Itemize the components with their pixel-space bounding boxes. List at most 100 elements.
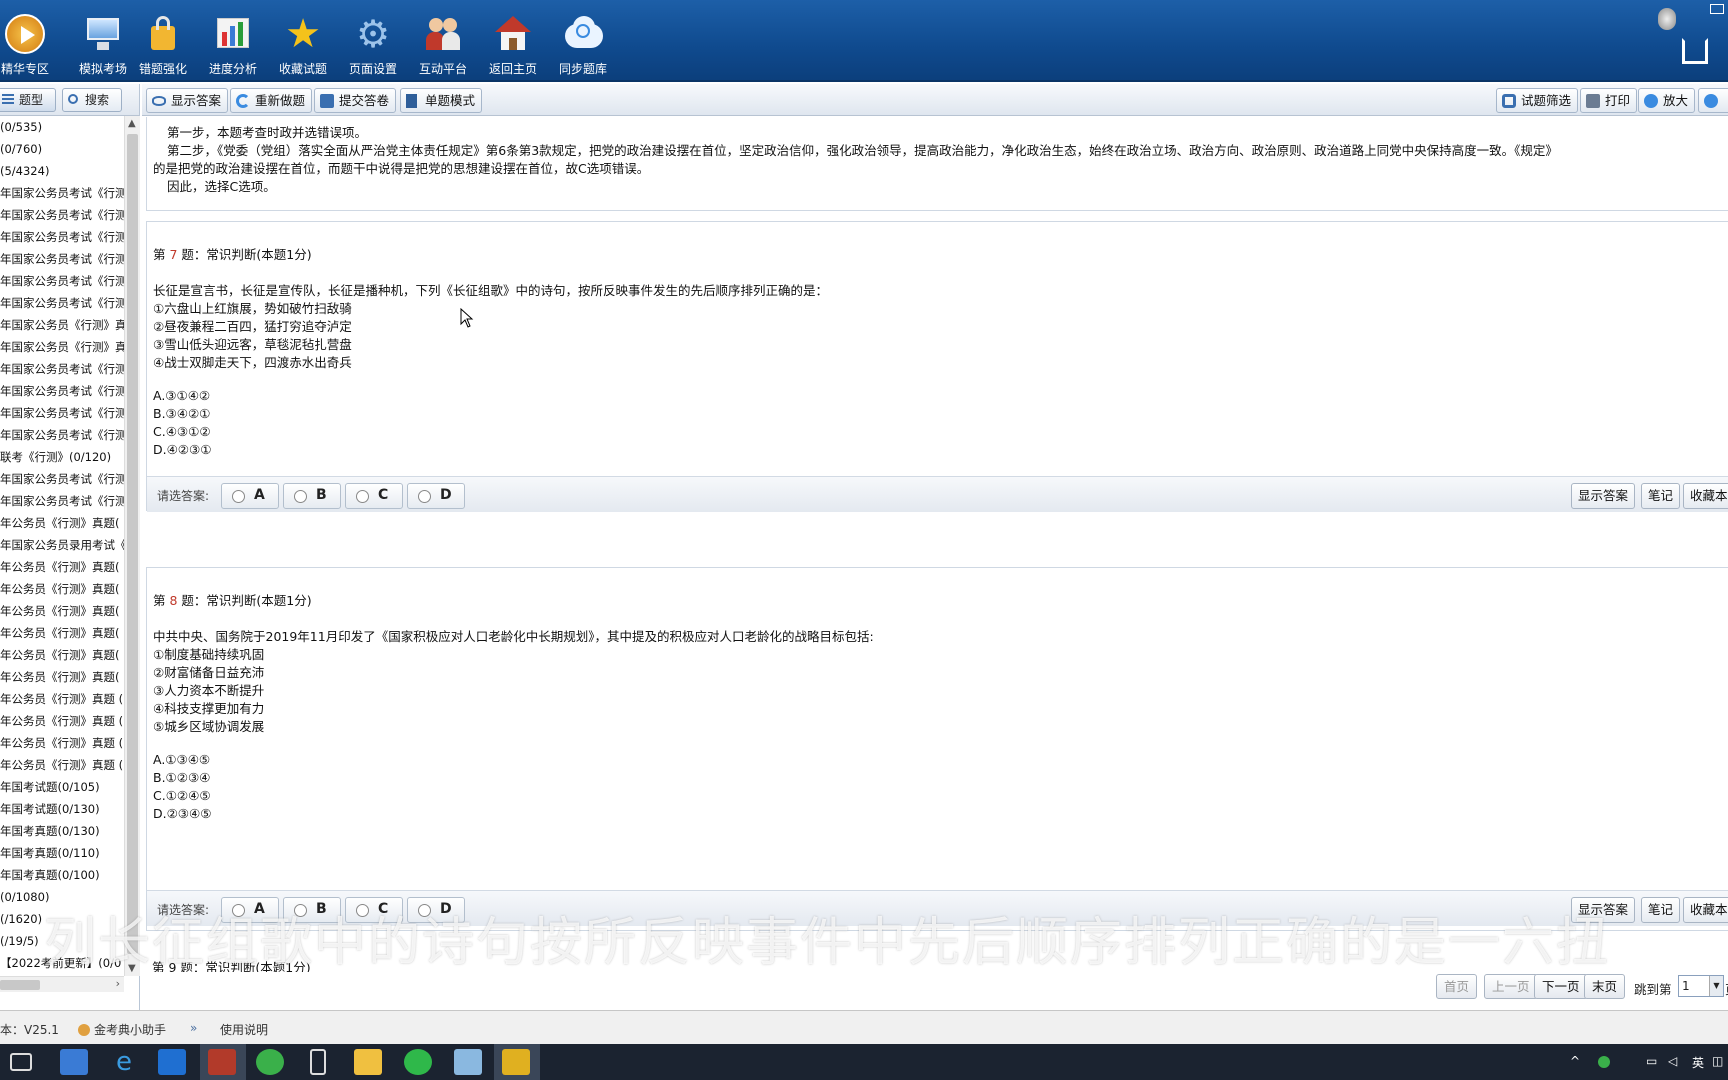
file-explorer-icon[interactable] bbox=[354, 1049, 382, 1075]
tree-item[interactable]: 年公务员《行测》真题 ( bbox=[0, 754, 124, 776]
tree-item[interactable]: 年公务员《行测》真题( bbox=[0, 512, 124, 534]
toolbar-item-home[interactable]: 返回主页 bbox=[478, 14, 548, 78]
stc-app-icon[interactable] bbox=[208, 1049, 236, 1075]
tree-item[interactable]: 年国考试题(0/130) bbox=[0, 798, 124, 820]
tree-item[interactable]: 年国家公务员《行测》真 bbox=[0, 314, 124, 336]
volume-icon[interactable]: ◁ bbox=[1668, 1054, 1677, 1068]
choice-b-button[interactable]: B bbox=[283, 483, 341, 509]
tree-item[interactable]: 年国家公务员考试《行测 bbox=[0, 270, 124, 292]
tree-item[interactable]: 年国家公务员考试《行测 bbox=[0, 204, 124, 226]
submit-button[interactable]: 提交答卷 bbox=[314, 88, 397, 113]
wechat-icon[interactable] bbox=[404, 1049, 432, 1075]
show-answer-button[interactable]: 显示答案 bbox=[1571, 483, 1636, 509]
left-horizontal-scrollbar[interactable]: › bbox=[0, 976, 124, 992]
tree-item[interactable]: 年公务员《行测》真题( bbox=[0, 622, 124, 644]
guide-link[interactable]: 使用说明 bbox=[220, 1021, 268, 1038]
mail-app-icon[interactable] bbox=[60, 1049, 88, 1075]
redo-button[interactable]: 重新做题 bbox=[230, 88, 313, 113]
tree-item[interactable]: 年公务员《行测》真题 ( bbox=[0, 732, 124, 754]
browser-app-icon[interactable] bbox=[454, 1049, 482, 1075]
tree-item[interactable]: 年公务员《行测》真题( bbox=[0, 666, 124, 688]
chevron-up-icon[interactable]: ^ bbox=[1570, 1054, 1580, 1068]
tab-search[interactable]: 搜索 bbox=[62, 88, 122, 112]
scroll-thumb[interactable] bbox=[0, 980, 40, 990]
left-vertical-scrollbar[interactable]: ▲ ▼ bbox=[124, 116, 140, 976]
tree-item[interactable]: 年国家公务员考试《行测 bbox=[0, 402, 124, 424]
toolbar-item-progress[interactable]: 进度分析 bbox=[198, 14, 268, 78]
tree-item[interactable]: 年公务员《行测》真题 ( bbox=[0, 688, 124, 710]
tree-item[interactable]: 联考《行测》(0/120) bbox=[0, 446, 124, 468]
tree-item[interactable]: (0/535) bbox=[0, 116, 124, 138]
task-view-icon[interactable] bbox=[10, 1053, 32, 1071]
tree-item[interactable]: 年国考真题(0/100) bbox=[0, 864, 124, 886]
choice-d-button[interactable]: D bbox=[407, 483, 465, 509]
first-page-button[interactable]: 首页 bbox=[1436, 974, 1478, 999]
eye-icon bbox=[152, 96, 166, 106]
toolbar-item-interactive[interactable]: 互动平台 bbox=[408, 14, 478, 78]
choice-c-button[interactable]: C bbox=[345, 483, 403, 509]
filter-button[interactable]: 试题筛选 bbox=[1496, 88, 1579, 113]
toolbar-item-page-settings[interactable]: ⚙ 页面设置 bbox=[338, 14, 408, 78]
minimize-icon[interactable] bbox=[1710, 4, 1724, 14]
tab-question-types[interactable]: 题型 bbox=[0, 88, 56, 112]
mouse-cursor-icon bbox=[460, 308, 474, 328]
tree-item[interactable]: (5/4324) bbox=[0, 160, 124, 182]
tree-item[interactable]: 年国家公务员考试《行测 bbox=[0, 226, 124, 248]
tree-item[interactable]: 年国家公务员考试《行测 bbox=[0, 380, 124, 402]
ime-indicator[interactable]: 英 bbox=[1692, 1054, 1704, 1071]
tree-item[interactable]: 年公务员《行测》真题( bbox=[0, 578, 124, 600]
answer-option: D.④②③① bbox=[153, 442, 212, 457]
tree-item[interactable]: 年国家公务员录用考试《 bbox=[0, 534, 124, 556]
answer-option: D.②③④⑤ bbox=[153, 806, 212, 821]
chevron-right-icon[interactable]: › bbox=[116, 977, 120, 990]
tree-item[interactable]: 年公务员《行测》真题( bbox=[0, 600, 124, 622]
chevron-down-icon[interactable]: ▼ bbox=[1709, 976, 1723, 996]
tree-item[interactable]: 年国考真题(0/110) bbox=[0, 842, 124, 864]
single-mode-button[interactable]: 单题模式 bbox=[400, 88, 483, 113]
next-page-button[interactable]: 下一页 bbox=[1534, 974, 1588, 999]
tray-app-icon[interactable] bbox=[1598, 1056, 1610, 1068]
prev-page-button[interactable]: 上一页 bbox=[1484, 974, 1538, 999]
reader-app-icon[interactable] bbox=[310, 1049, 326, 1075]
page-jump-value: 1 bbox=[1682, 979, 1690, 993]
choice-letter: A bbox=[254, 487, 265, 503]
toolbar-item-essence[interactable]: 精华专区 bbox=[0, 14, 60, 78]
tree-item[interactable]: 年国家公务员考试《行测 bbox=[0, 490, 124, 512]
zoom-out-button[interactable] bbox=[1698, 88, 1728, 113]
network-icon[interactable]: ▭ bbox=[1646, 1054, 1657, 1068]
tree-item[interactable]: 年公务员《行测》真题 ( bbox=[0, 710, 124, 732]
notes-button[interactable]: 笔记 bbox=[1641, 483, 1681, 509]
tree-item[interactable]: 年国家公务员考试《行测 bbox=[0, 248, 124, 270]
print-button[interactable]: 打印 bbox=[1580, 88, 1638, 113]
helper-link[interactable]: 金考典小助手 bbox=[78, 1021, 166, 1038]
tree-item[interactable]: 年国家公务员考试《行测 bbox=[0, 182, 124, 204]
tree-item[interactable]: 年国家公务员考试《行测 bbox=[0, 358, 124, 380]
tree-item[interactable]: 年国家公务员考试《行测 bbox=[0, 468, 124, 490]
radio-icon bbox=[356, 490, 369, 503]
shield-app-icon[interactable] bbox=[158, 1049, 186, 1075]
list-icon bbox=[2, 94, 14, 106]
tree-item[interactable]: 年国家公务员《行测》真 bbox=[0, 336, 124, 358]
choice-a-button[interactable]: A bbox=[221, 483, 279, 509]
show-answer-button[interactable]: 显示答案 bbox=[146, 88, 229, 113]
favorite-button[interactable]: 收藏本 bbox=[1683, 483, 1728, 509]
toolbar-item-sync[interactable]: 同步题库 bbox=[548, 14, 618, 78]
scroll-thumb[interactable] bbox=[127, 134, 138, 954]
green-app-icon[interactable] bbox=[256, 1049, 284, 1075]
page-jump-select[interactable]: 1 ▼ bbox=[1678, 975, 1724, 997]
edge-browser-icon[interactable]: e bbox=[110, 1049, 138, 1075]
tree-item[interactable]: (0/760) bbox=[0, 138, 124, 160]
jinkaodian-app-icon[interactable] bbox=[502, 1049, 530, 1075]
toolbar-item-wrong-questions[interactable]: 错题强化 bbox=[128, 14, 198, 78]
tree-item[interactable]: 年国考试题(0/105) bbox=[0, 776, 124, 798]
chevron-up-icon[interactable]: ▲ bbox=[128, 118, 136, 129]
toolbar-item-favorites[interactable]: ★ 收藏试题 bbox=[268, 14, 338, 78]
tree-item[interactable]: 年国家公务员考试《行测 bbox=[0, 424, 124, 446]
tree-item[interactable]: 年国家公务员考试《行测 bbox=[0, 292, 124, 314]
tree-item[interactable]: 年公务员《行测》真题( bbox=[0, 644, 124, 666]
tree-item[interactable]: 年公务员《行测》真题( bbox=[0, 556, 124, 578]
zoom-in-button[interactable]: 放大 bbox=[1638, 88, 1696, 113]
tree-item[interactable]: 年国考真题(0/130) bbox=[0, 820, 124, 842]
last-page-button[interactable]: 末页 bbox=[1584, 974, 1626, 999]
ime-options-icon[interactable]: ◫ bbox=[1712, 1054, 1723, 1068]
